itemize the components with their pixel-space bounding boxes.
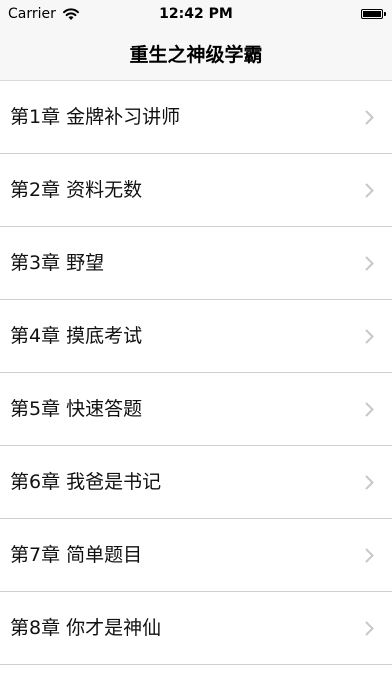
chevron-right-icon <box>365 329 374 344</box>
chapter-label: 第7章 简单题目 <box>10 544 143 566</box>
chapter-row-1[interactable]: 第1章 金牌补习讲师 <box>0 81 392 154</box>
chapter-row-8[interactable]: 第8章 你才是神仙 <box>0 592 392 665</box>
chevron-right-icon <box>365 110 374 125</box>
chapter-row-2[interactable]: 第2章 资料无数 <box>0 154 392 227</box>
battery-icon <box>361 9 386 19</box>
chapter-label: 第6章 我爸是书记 <box>10 471 162 493</box>
chapter-row-3[interactable]: 第3章 野望 <box>0 227 392 300</box>
chapter-label: 第4章 摸底考试 <box>10 325 143 347</box>
chapter-label: 第2章 资料无数 <box>10 179 143 201</box>
chapter-row-5[interactable]: 第5章 快速答题 <box>0 373 392 446</box>
chevron-right-icon <box>365 402 374 417</box>
navigation-bar: 重生之神级学霸 <box>0 28 392 81</box>
chapter-label: 第5章 快速答题 <box>10 398 143 420</box>
chapter-list: 第1章 金牌补习讲师 第2章 资料无数 第3章 野望 第4章 摸底考试 第5章 … <box>0 81 392 665</box>
chapter-row-7[interactable]: 第7章 简单题目 <box>0 519 392 592</box>
status-bar: Carrier 12:42 PM <box>0 0 392 28</box>
chevron-right-icon <box>365 475 374 490</box>
chevron-right-icon <box>365 621 374 636</box>
chevron-right-icon <box>365 183 374 198</box>
chapter-row-4[interactable]: 第4章 摸底考试 <box>0 300 392 373</box>
chapter-label: 第1章 金牌补习讲师 <box>10 106 181 128</box>
status-time: 12:42 PM <box>159 6 233 22</box>
chapter-label: 第3章 野望 <box>10 252 105 274</box>
chevron-right-icon <box>365 256 374 271</box>
chapter-row-6[interactable]: 第6章 我爸是书记 <box>0 446 392 519</box>
page-title: 重生之神级学霸 <box>129 44 263 66</box>
chevron-right-icon <box>365 548 374 563</box>
chapter-label: 第8章 你才是神仙 <box>10 617 162 639</box>
